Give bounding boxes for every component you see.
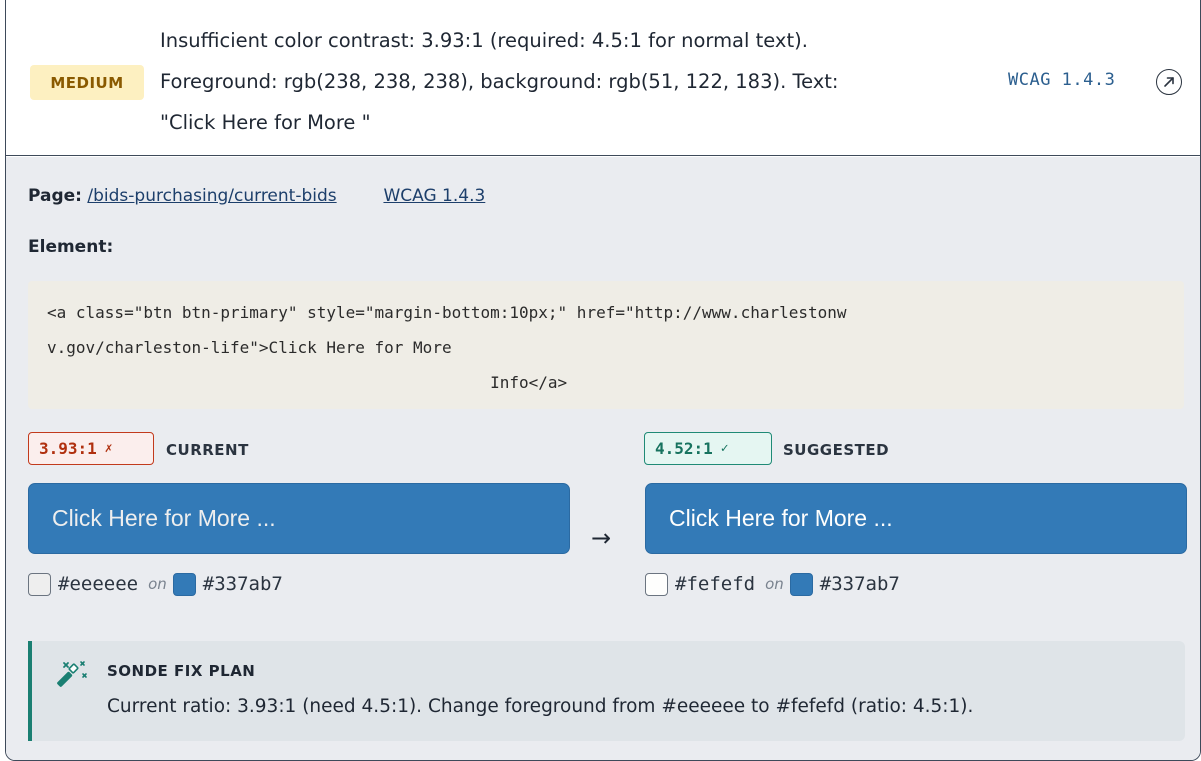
- suggested-swatches: #fefefd on #337ab7: [645, 571, 904, 597]
- suggested-bg-swatch: [789, 572, 813, 596]
- suggested-preview-button: Click Here for More ...: [645, 483, 1187, 554]
- fail-icon: ✗: [104, 441, 113, 456]
- arrow-right-icon: →: [591, 524, 612, 552]
- current-fg-hex: #eeeeee: [58, 573, 139, 595]
- severity-badge: MEDIUM: [30, 65, 144, 100]
- fix-plan-panel: SONDE FIX PLAN Current ratio: 3.93:1 (ne…: [28, 641, 1185, 741]
- current-bg-swatch: [172, 572, 196, 596]
- issue-header[interactable]: MEDIUM Insufficient color contrast: 3.93…: [6, 0, 1200, 156]
- current-label: CURRENT: [166, 441, 249, 459]
- suggested-ratio-badge: 4.52:1 ✓: [644, 432, 772, 465]
- current-preview-button: Click Here for More ...: [28, 483, 570, 554]
- suggested-bg-hex: #337ab7: [819, 573, 900, 595]
- issue-message: Insufficient color contrast: 3.93:1 (req…: [160, 20, 960, 143]
- issue-details: Page: /bids-purchasing/current-bids WCAG…: [6, 157, 1200, 760]
- issue-card: MEDIUM Insufficient color contrast: 3.93…: [5, 0, 1201, 761]
- pass-icon: ✓: [720, 441, 729, 456]
- page-label: Page:: [28, 186, 82, 206]
- fix-plan-title: SONDE FIX PLAN: [107, 662, 256, 680]
- external-link-icon[interactable]: [1156, 69, 1182, 95]
- suggested-on-label: on: [765, 575, 784, 593]
- current-on-label: on: [148, 575, 167, 593]
- element-label: Element:: [28, 237, 114, 257]
- issue-message-line-1: Insufficient color contrast: 3.93:1 (req…: [160, 29, 808, 52]
- suggested-ratio-value: 4.52:1: [655, 439, 713, 458]
- current-ratio-badge: 3.93:1 ✗: [28, 432, 154, 465]
- issue-message-line-3: "Click Here for More ": [160, 111, 371, 134]
- page-line: Page: /bids-purchasing/current-bids WCAG…: [28, 185, 485, 207]
- wcag-link[interactable]: WCAG 1.4.3: [383, 186, 485, 206]
- current-swatches: #eeeeee on #337ab7: [28, 571, 287, 597]
- suggested-fg-hex: #fefefd: [675, 573, 756, 595]
- fix-plan-text: Current ratio: 3.93:1 (need 4.5:1). Chan…: [107, 696, 974, 717]
- element-code-block: <a class="btn btn-primary" style="margin…: [28, 281, 1184, 409]
- issue-message-line-2: Foreground: rgb(238, 238, 238), backgrou…: [160, 70, 839, 93]
- current-ratio-value: 3.93:1: [39, 439, 97, 458]
- magic-wand-icon: [56, 657, 90, 695]
- suggested-label: SUGGESTED: [783, 441, 890, 459]
- wcag-reference: WCAG 1.4.3: [1008, 70, 1116, 90]
- page-path-link[interactable]: /bids-purchasing/current-bids: [87, 186, 336, 206]
- current-bg-hex: #337ab7: [202, 573, 283, 595]
- suggested-fg-swatch: [645, 572, 668, 596]
- current-fg-swatch: [28, 572, 51, 596]
